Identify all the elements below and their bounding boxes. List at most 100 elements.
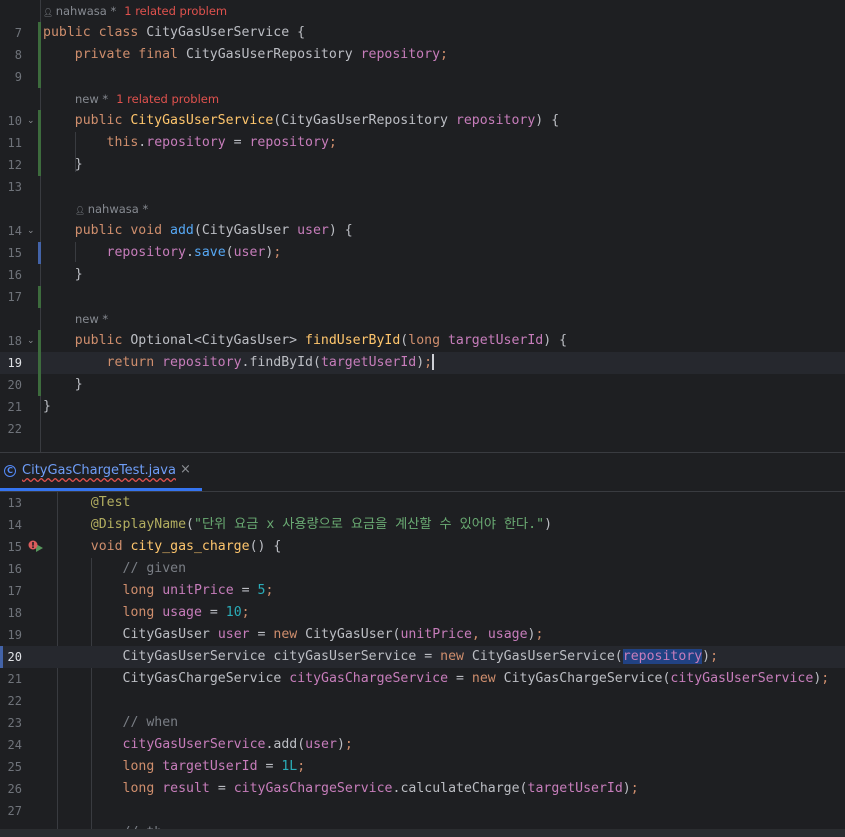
code-text[interactable]: }	[43, 264, 83, 286]
code-line[interactable]: 17 long unitPrice = 5;	[0, 580, 845, 602]
code-text[interactable]: cityGasUserService.add(user);	[59, 734, 353, 756]
inlay-hint-row[interactable]: new *	[0, 308, 845, 330]
code-line[interactable]: 20 CityGasUserService cityGasUserService…	[0, 646, 845, 668]
code-line[interactable]: 20 }	[0, 374, 845, 396]
code-line[interactable]: 22	[0, 690, 845, 712]
related-problem-link[interactable]: 1 related problem	[116, 92, 219, 106]
code-token: findById(	[249, 355, 321, 370]
code-token: new	[273, 627, 306, 642]
vcs-added-marker[interactable]	[38, 352, 41, 374]
code-text[interactable]: CityGasUserService cityGasUserService = …	[59, 646, 718, 668]
vcs-modified-marker[interactable]	[0, 646, 3, 668]
vcs-added-marker[interactable]	[38, 286, 41, 308]
code-line[interactable]: 24 cityGasUserService.add(user);	[0, 734, 845, 756]
author-hint[interactable]: 👤︎ nahwasa * 1 related problem	[43, 0, 227, 24]
code-line[interactable]: 7 public class CityGasUserService {	[0, 22, 845, 44]
code-text[interactable]: void city_gas_charge() {	[59, 536, 282, 558]
code-token: "단위 요금 x 사용량으로 요금을 계산할 수 있어야 한다."	[194, 517, 545, 532]
code-line[interactable]: 18 ⌄ public Optional<CityGasUser> findUse…	[0, 330, 845, 352]
run-test-error-icon[interactable]	[26, 536, 46, 558]
vcs-added-marker[interactable]	[38, 132, 41, 154]
fold-chevron-icon[interactable]: ⌄	[27, 330, 35, 352]
vcs-added-marker[interactable]	[38, 330, 41, 352]
vcs-added-marker[interactable]	[38, 154, 41, 176]
code-line[interactable]: 13	[0, 176, 845, 198]
author-hint[interactable]: new * 1 related problem	[75, 88, 219, 110]
code-text[interactable]: }	[43, 396, 51, 418]
code-line[interactable]: 17	[0, 286, 845, 308]
code-line[interactable]: 10 ⌄ public CityGasUserService(CityGasUse…	[0, 110, 845, 132]
code-text[interactable]: // when	[59, 712, 179, 734]
code-text[interactable]: return repository.findById(targetUserId)…	[43, 352, 435, 374]
code-text[interactable]: CityGasUser user = new CityGasUser(unitP…	[59, 624, 544, 646]
code-token: ;	[265, 583, 274, 598]
code-text[interactable]: public Optional<CityGasUser> findUserByI…	[43, 330, 567, 352]
code-text[interactable]: }	[43, 154, 83, 176]
horizontal-scrollbar[interactable]	[0, 829, 845, 837]
code-line[interactable]: 22	[0, 418, 845, 440]
code-line[interactable]: 9	[0, 66, 845, 88]
code-line[interactable]: 12 }	[0, 154, 845, 176]
author-hint[interactable]: 👤︎ nahwasa *	[75, 198, 148, 222]
code-text[interactable]: long result = cityGasChargeService.calcu…	[59, 778, 639, 800]
code-token: }	[43, 399, 51, 414]
code-line[interactable]: 15 void city_gas_charge() {	[0, 536, 845, 558]
code-line[interactable]: 14 ⌄ public void add(CityGasUser user) {	[0, 220, 845, 242]
code-text[interactable]: repository.save(user);	[43, 242, 282, 264]
code-line[interactable]: 19 CityGasUser user = new CityGasUser(un…	[0, 624, 845, 646]
tab-label[interactable]: CityGasChargeTest.java	[22, 463, 176, 478]
code-text[interactable]: public void add(CityGasUser user) {	[43, 220, 353, 242]
vcs-added-marker[interactable]	[38, 66, 41, 88]
code-line[interactable]: 18 long usage = 10;	[0, 602, 845, 624]
inlay-hint-row[interactable]: new * 1 related problem	[0, 88, 845, 110]
code-text[interactable]: // given	[59, 558, 187, 580]
code-line[interactable]: 26 long result = cityGasChargeService.ca…	[0, 778, 845, 800]
code-text[interactable]: long targetUserId = 1L;	[59, 756, 306, 778]
code-line[interactable]: 15 repository.save(user);	[0, 242, 845, 264]
code-token: @DisplayName	[90, 517, 187, 532]
vcs-modified-marker[interactable]	[38, 242, 41, 264]
code-text[interactable]: private final CityGasUserRepository repo…	[43, 44, 448, 66]
tab-citygaschargetest[interactable]: C CityGasChargeTest.java ×	[0, 453, 202, 491]
code-line[interactable]: 14 @DisplayName("단위 요금 x 사용량으로 요금을 계산할 수…	[0, 514, 845, 536]
fold-chevron-icon[interactable]: ⌄	[27, 110, 35, 132]
code-token: Optional<CityGasUser>	[130, 333, 306, 348]
related-problem-link[interactable]: 1 related problem	[124, 4, 227, 18]
code-token: ;	[821, 671, 830, 686]
vcs-added-marker[interactable]	[38, 22, 41, 44]
code-token: city_gas_charge	[130, 539, 250, 554]
code-line[interactable]: 21}	[0, 396, 845, 418]
code-line[interactable]: 8 private final CityGasUserRepository re…	[0, 44, 845, 66]
code-text[interactable]: CityGasChargeService cityGasChargeServic…	[59, 668, 830, 690]
code-text[interactable]: long usage = 10;	[59, 602, 250, 624]
code-text[interactable]: public CityGasUserService(CityGasUserRep…	[43, 110, 559, 132]
vcs-added-marker[interactable]	[38, 110, 41, 132]
code-line[interactable]: 23 // when	[0, 712, 845, 734]
bottom-editor-pane[interactable]: 13 @Test 14 @DisplayName("단위 요금 x 사용량으로 요…	[0, 492, 845, 837]
code-token: )	[535, 113, 552, 128]
code-line[interactable]: 16 }	[0, 264, 845, 286]
code-line[interactable]: 27	[0, 800, 845, 822]
code-text[interactable]: }	[43, 374, 83, 396]
close-icon[interactable]: ×	[180, 462, 191, 477]
code-text[interactable]: long unitPrice = 5;	[59, 580, 274, 602]
code-line[interactable]: 11 this.repository = repository;	[0, 132, 845, 154]
author-hint[interactable]: new *	[75, 308, 108, 330]
top-editor-pane[interactable]: 👤︎ nahwasa * 1 related problem 7 public cla…	[0, 0, 845, 452]
code-line[interactable]: 21 CityGasChargeService cityGasChargeSer…	[0, 668, 845, 690]
code-text[interactable]: @DisplayName("단위 요금 x 사용량으로 요금을 계산할 수 있어…	[59, 514, 552, 536]
vcs-added-marker[interactable]	[38, 374, 41, 396]
code-line[interactable]: 16 // given	[0, 558, 845, 580]
code-text[interactable]: public class CityGasUserService {	[43, 22, 305, 44]
inlay-hint-row[interactable]: 👤︎ nahwasa *	[0, 198, 845, 220]
code-text[interactable]: this.repository = repository;	[43, 132, 337, 154]
fold-chevron-icon[interactable]: ⌄	[27, 220, 35, 242]
code-line[interactable]: 25 long targetUserId = 1L;	[0, 756, 845, 778]
vcs-added-marker[interactable]	[38, 44, 41, 66]
code-line[interactable]: 13 @Test	[0, 492, 845, 514]
inlay-hint-row[interactable]: 👤︎ nahwasa * 1 related problem	[0, 0, 845, 22]
code-line[interactable]: 19 return repository.findById(targetUser…	[0, 352, 845, 374]
code-text[interactable]: @Test	[59, 492, 131, 514]
